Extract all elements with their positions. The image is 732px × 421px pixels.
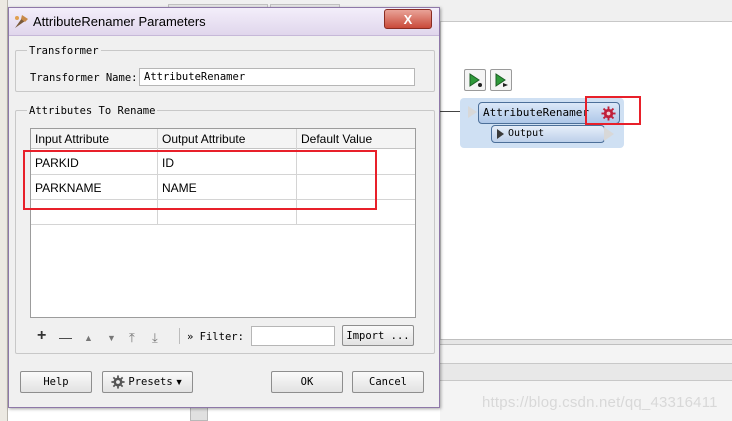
cancel-button[interactable]: Cancel [352,371,424,393]
transformer-name-label: Transformer Name: [30,72,138,84]
presets-button[interactable]: Presets ▼ [102,371,193,393]
input-port-icon[interactable] [468,106,477,118]
help-button-label: Help [43,376,69,388]
help-button[interactable]: Help [20,371,92,393]
move-down-icon[interactable]: ▼ [107,333,116,343]
move-up-icon[interactable]: ▲ [84,333,93,343]
ok-button[interactable]: OK [271,371,343,393]
cancel-button-label: Cancel [369,376,407,388]
left-panel-edge [0,0,8,421]
move-bottom-icon[interactable]: ⤓ [152,330,158,346]
ok-button-label: OK [300,376,314,388]
output-port-arrow-icon [497,129,504,139]
import-button[interactable]: Import ... [342,325,414,346]
toolbar-separator [179,328,180,344]
output-port-label: Output [508,128,545,139]
output-connector-icon[interactable] [604,127,614,141]
remove-row-icon[interactable]: — [59,330,72,345]
bottom-panel-tabbar [440,363,732,381]
import-button-label: Import ... [346,329,410,342]
table-header: Input Attribute Output Attribute Default… [31,129,415,149]
add-row-icon[interactable]: + [37,327,46,345]
dialog-titlebar[interactable]: AttributeRenamer Parameters X [9,8,439,36]
move-top-icon[interactable]: ⤒ [129,330,135,346]
transformer-name-value: AttributeRenamer [144,71,246,83]
close-icon: X [403,11,413,27]
filter-input[interactable] [251,326,335,346]
column-header-output[interactable]: Output Attribute [162,132,245,146]
node-title: AttributeRenamer [483,106,589,119]
transformer-icon [13,14,29,30]
gear-icon [111,375,125,389]
run-to-this-icon[interactable] [464,69,486,91]
parameters-dialog: AttributeRenamer Parameters X Transforme… [8,7,440,408]
highlight-box-rows [23,150,377,210]
filter-label: » Filter: [187,331,244,343]
transformer-name-input[interactable]: AttributeRenamer [139,68,415,86]
attributes-group-label: Attributes To Rename [27,105,158,117]
filter-label-text: Filter: [199,331,244,343]
watermark: https://blog.csdn.net/qq_43316411 [482,394,718,411]
transformer-group-label: Transformer [27,45,101,57]
column-header-input[interactable]: Input Attribute [35,132,109,146]
dialog-title: AttributeRenamer Parameters [33,14,206,29]
run-from-this-icon[interactable] [490,69,512,91]
close-button[interactable]: X [384,9,432,29]
row-divider [31,224,415,225]
presets-button-label: Presets [128,376,173,388]
column-header-default[interactable]: Default Value [301,132,372,146]
highlight-box-gear [585,96,641,125]
output-port[interactable]: Output [491,125,605,143]
chevron-down-icon: ▼ [174,377,184,387]
